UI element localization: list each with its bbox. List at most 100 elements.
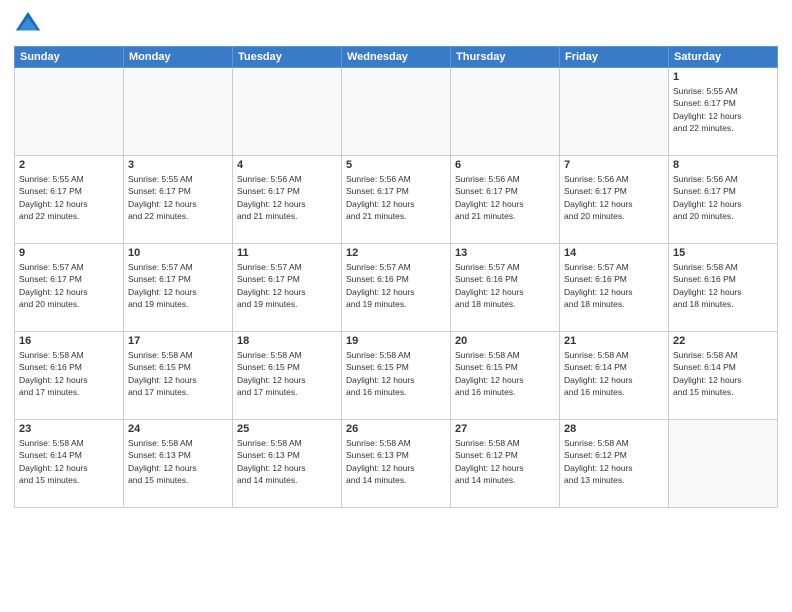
day-number: 2 — [19, 159, 119, 171]
day-info: Sunrise: 5:55 AM Sunset: 6:17 PM Dayligh… — [128, 173, 228, 222]
calendar-cell — [451, 68, 560, 156]
day-info: Sunrise: 5:58 AM Sunset: 6:16 PM Dayligh… — [19, 349, 119, 398]
day-number: 28 — [564, 423, 664, 435]
day-number: 12 — [346, 247, 446, 259]
day-info: Sunrise: 5:58 AM Sunset: 6:15 PM Dayligh… — [346, 349, 446, 398]
weekday-header-row: SundayMondayTuesdayWednesdayThursdayFrid… — [15, 47, 778, 68]
day-number: 3 — [128, 159, 228, 171]
day-number: 18 — [237, 335, 337, 347]
day-number: 22 — [673, 335, 773, 347]
day-info: Sunrise: 5:58 AM Sunset: 6:12 PM Dayligh… — [455, 437, 555, 486]
calendar-cell: 28 Sunrise: 5:58 AM Sunset: 6:12 PM Dayli… — [560, 420, 669, 508]
day-number: 19 — [346, 335, 446, 347]
calendar-cell: 16 Sunrise: 5:58 AM Sunset: 6:16 PM Dayli… — [15, 332, 124, 420]
weekday-header-sunday: Sunday — [15, 47, 124, 68]
day-number: 27 — [455, 423, 555, 435]
day-info: Sunrise: 5:57 AM Sunset: 6:17 PM Dayligh… — [19, 261, 119, 310]
calendar-cell: 7 Sunrise: 5:56 AM Sunset: 6:17 PM Daylig… — [560, 156, 669, 244]
day-info: Sunrise: 5:56 AM Sunset: 6:17 PM Dayligh… — [237, 173, 337, 222]
calendar-cell: 21Sunrise: 5:58 AM Sunset: 6:14 PM Dayli… — [560, 332, 669, 420]
calendar-cell — [560, 68, 669, 156]
calendar-table: SundayMondayTuesdayWednesdayThursdayFrid… — [14, 46, 778, 508]
calendar-cell: 23 Sunrise: 5:58 AM Sunset: 6:14 PM Dayli… — [15, 420, 124, 508]
day-info: Sunrise: 5:58 AM Sunset: 6:12 PM Dayligh… — [564, 437, 664, 486]
week-row-0: 1 Sunrise: 5:55 AM Sunset: 6:17 PM Daylig… — [15, 68, 778, 156]
calendar-cell — [124, 68, 233, 156]
logo-icon — [14, 10, 42, 38]
day-info: Sunrise: 5:58 AM Sunset: 6:15 PM Dayligh… — [455, 349, 555, 398]
weekday-header-friday: Friday — [560, 47, 669, 68]
calendar-cell — [669, 420, 778, 508]
day-number: 15 — [673, 247, 773, 259]
day-number: 17 — [128, 335, 228, 347]
weekday-header-saturday: Saturday — [669, 47, 778, 68]
page: SundayMondayTuesdayWednesdayThursdayFrid… — [0, 0, 792, 612]
calendar-cell: 24 Sunrise: 5:58 AM Sunset: 6:13 PM Dayli… — [124, 420, 233, 508]
calendar-cell: 6Sunrise: 5:56 AM Sunset: 6:17 PM Daylig… — [451, 156, 560, 244]
calendar-cell: 20 Sunrise: 5:58 AM Sunset: 6:15 PM Dayli… — [451, 332, 560, 420]
day-number: 7 — [564, 159, 664, 171]
day-info: Sunrise: 5:58 AM Sunset: 6:13 PM Dayligh… — [346, 437, 446, 486]
day-number: 13 — [455, 247, 555, 259]
calendar-cell — [15, 68, 124, 156]
day-info: Sunrise: 5:58 AM Sunset: 6:13 PM Dayligh… — [237, 437, 337, 486]
day-number: 24 — [128, 423, 228, 435]
calendar-cell: 3 Sunrise: 5:55 AM Sunset: 6:17 PM Daylig… — [124, 156, 233, 244]
calendar-cell: 9 Sunrise: 5:57 AM Sunset: 6:17 PM Daylig… — [15, 244, 124, 332]
day-number: 11 — [237, 247, 337, 259]
calendar-cell: 13 Sunrise: 5:57 AM Sunset: 6:16 PM Dayli… — [451, 244, 560, 332]
day-number: 26 — [346, 423, 446, 435]
calendar-cell: 27 Sunrise: 5:58 AM Sunset: 6:12 PM Dayli… — [451, 420, 560, 508]
calendar-cell: 1 Sunrise: 5:55 AM Sunset: 6:17 PM Daylig… — [669, 68, 778, 156]
week-row-4: 23 Sunrise: 5:58 AM Sunset: 6:14 PM Dayli… — [15, 420, 778, 508]
day-number: 8 — [673, 159, 773, 171]
day-info: Sunrise: 5:58 AM Sunset: 6:15 PM Dayligh… — [237, 349, 337, 398]
calendar-cell: 8Sunrise: 5:56 AM Sunset: 6:17 PM Daylig… — [669, 156, 778, 244]
weekday-header-tuesday: Tuesday — [233, 47, 342, 68]
calendar-cell — [342, 68, 451, 156]
calendar-cell: 14Sunrise: 5:57 AM Sunset: 6:16 PM Dayli… — [560, 244, 669, 332]
week-row-1: 2 Sunrise: 5:55 AM Sunset: 6:17 PM Daylig… — [15, 156, 778, 244]
calendar-cell: 10 Sunrise: 5:57 AM Sunset: 6:17 PM Dayli… — [124, 244, 233, 332]
weekday-header-thursday: Thursday — [451, 47, 560, 68]
calendar-cell: 4Sunrise: 5:56 AM Sunset: 6:17 PM Daylig… — [233, 156, 342, 244]
day-number: 9 — [19, 247, 119, 259]
calendar-cell — [233, 68, 342, 156]
day-number: 5 — [346, 159, 446, 171]
day-number: 14 — [564, 247, 664, 259]
day-info: Sunrise: 5:56 AM Sunset: 6:17 PM Dayligh… — [346, 173, 446, 222]
day-number: 10 — [128, 247, 228, 259]
day-info: Sunrise: 5:55 AM Sunset: 6:17 PM Dayligh… — [19, 173, 119, 222]
calendar-cell: 26 Sunrise: 5:58 AM Sunset: 6:13 PM Dayli… — [342, 420, 451, 508]
weekday-header-wednesday: Wednesday — [342, 47, 451, 68]
day-info: Sunrise: 5:57 AM Sunset: 6:16 PM Dayligh… — [455, 261, 555, 310]
day-number: 23 — [19, 423, 119, 435]
day-info: Sunrise: 5:56 AM Sunset: 6:17 PM Dayligh… — [564, 173, 664, 222]
day-info: Sunrise: 5:58 AM Sunset: 6:13 PM Dayligh… — [128, 437, 228, 486]
day-info: Sunrise: 5:57 AM Sunset: 6:17 PM Dayligh… — [237, 261, 337, 310]
day-info: Sunrise: 5:58 AM Sunset: 6:14 PM Dayligh… — [673, 349, 773, 398]
day-info: Sunrise: 5:58 AM Sunset: 6:16 PM Dayligh… — [673, 261, 773, 310]
day-info: Sunrise: 5:57 AM Sunset: 6:16 PM Dayligh… — [346, 261, 446, 310]
calendar-cell: 15 Sunrise: 5:58 AM Sunset: 6:16 PM Dayli… — [669, 244, 778, 332]
calendar-cell: 22 Sunrise: 5:58 AM Sunset: 6:14 PM Dayli… — [669, 332, 778, 420]
calendar-cell: 12 Sunrise: 5:57 AM Sunset: 6:16 PM Dayli… — [342, 244, 451, 332]
calendar-cell: 17 Sunrise: 5:58 AM Sunset: 6:15 PM Dayli… — [124, 332, 233, 420]
day-info: Sunrise: 5:58 AM Sunset: 6:14 PM Dayligh… — [19, 437, 119, 486]
day-number: 20 — [455, 335, 555, 347]
calendar-cell: 19 Sunrise: 5:58 AM Sunset: 6:15 PM Dayli… — [342, 332, 451, 420]
logo — [14, 10, 46, 38]
calendar-cell: 2 Sunrise: 5:55 AM Sunset: 6:17 PM Daylig… — [15, 156, 124, 244]
day-info: Sunrise: 5:57 AM Sunset: 6:17 PM Dayligh… — [128, 261, 228, 310]
calendar-cell: 5 Sunrise: 5:56 AM Sunset: 6:17 PM Daylig… — [342, 156, 451, 244]
day-number: 1 — [673, 71, 773, 83]
calendar-cell: 11 Sunrise: 5:57 AM Sunset: 6:17 PM Dayli… — [233, 244, 342, 332]
day-number: 6 — [455, 159, 555, 171]
day-info: Sunrise: 5:58 AM Sunset: 6:15 PM Dayligh… — [128, 349, 228, 398]
day-number: 16 — [19, 335, 119, 347]
day-number: 21 — [564, 335, 664, 347]
calendar-cell: 18 Sunrise: 5:58 AM Sunset: 6:15 PM Dayli… — [233, 332, 342, 420]
header — [14, 10, 778, 38]
day-number: 25 — [237, 423, 337, 435]
day-info: Sunrise: 5:55 AM Sunset: 6:17 PM Dayligh… — [673, 85, 773, 134]
